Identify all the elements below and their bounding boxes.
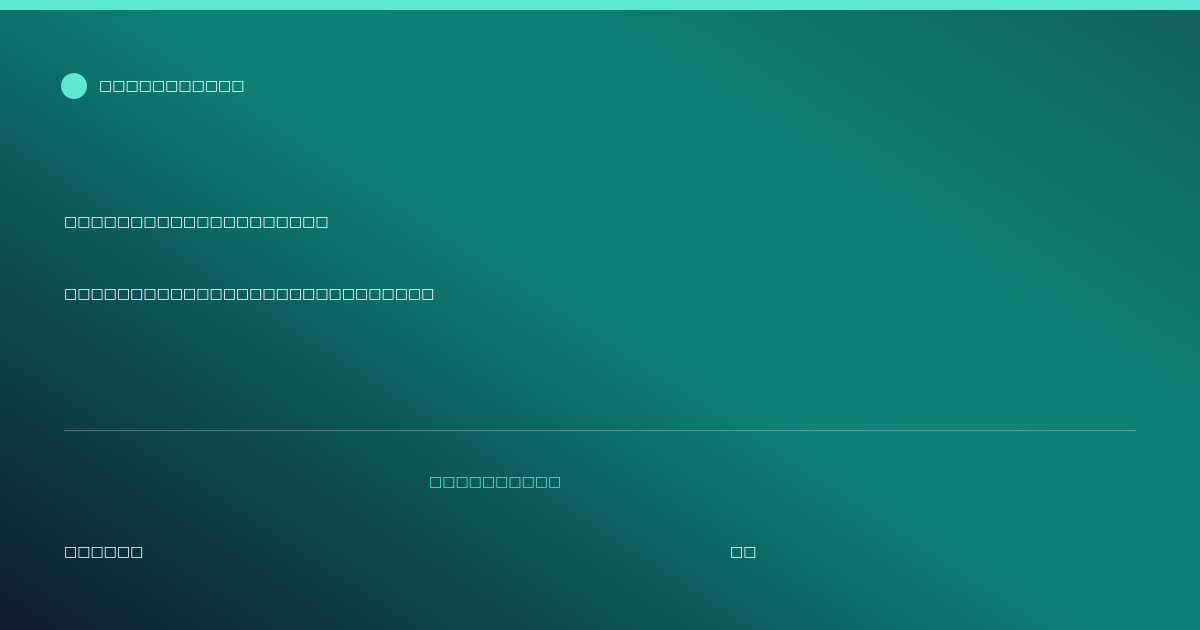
footer-right-text: □□ <box>730 544 757 560</box>
brand-name: □□□□□□□□□□□ <box>99 78 245 94</box>
brand: □□□□□□□□□□□ <box>61 73 245 99</box>
top-accent-bar <box>0 0 1200 10</box>
subline: □□□□□□□□□□□□□□□□□□□□□□□□□□□□ <box>64 286 435 302</box>
divider <box>64 430 1136 431</box>
cta-link[interactable]: □□□□□□□□□□ <box>429 473 561 491</box>
share-card: □□□□□□□□□□□ □□□□□□□□□□□□□□□□□□□□ □□□□□□□… <box>0 0 1200 630</box>
footer-left-text: □□□□□□ <box>64 544 144 560</box>
brand-dot-icon <box>61 73 87 99</box>
headline: □□□□□□□□□□□□□□□□□□□□ <box>64 214 329 230</box>
